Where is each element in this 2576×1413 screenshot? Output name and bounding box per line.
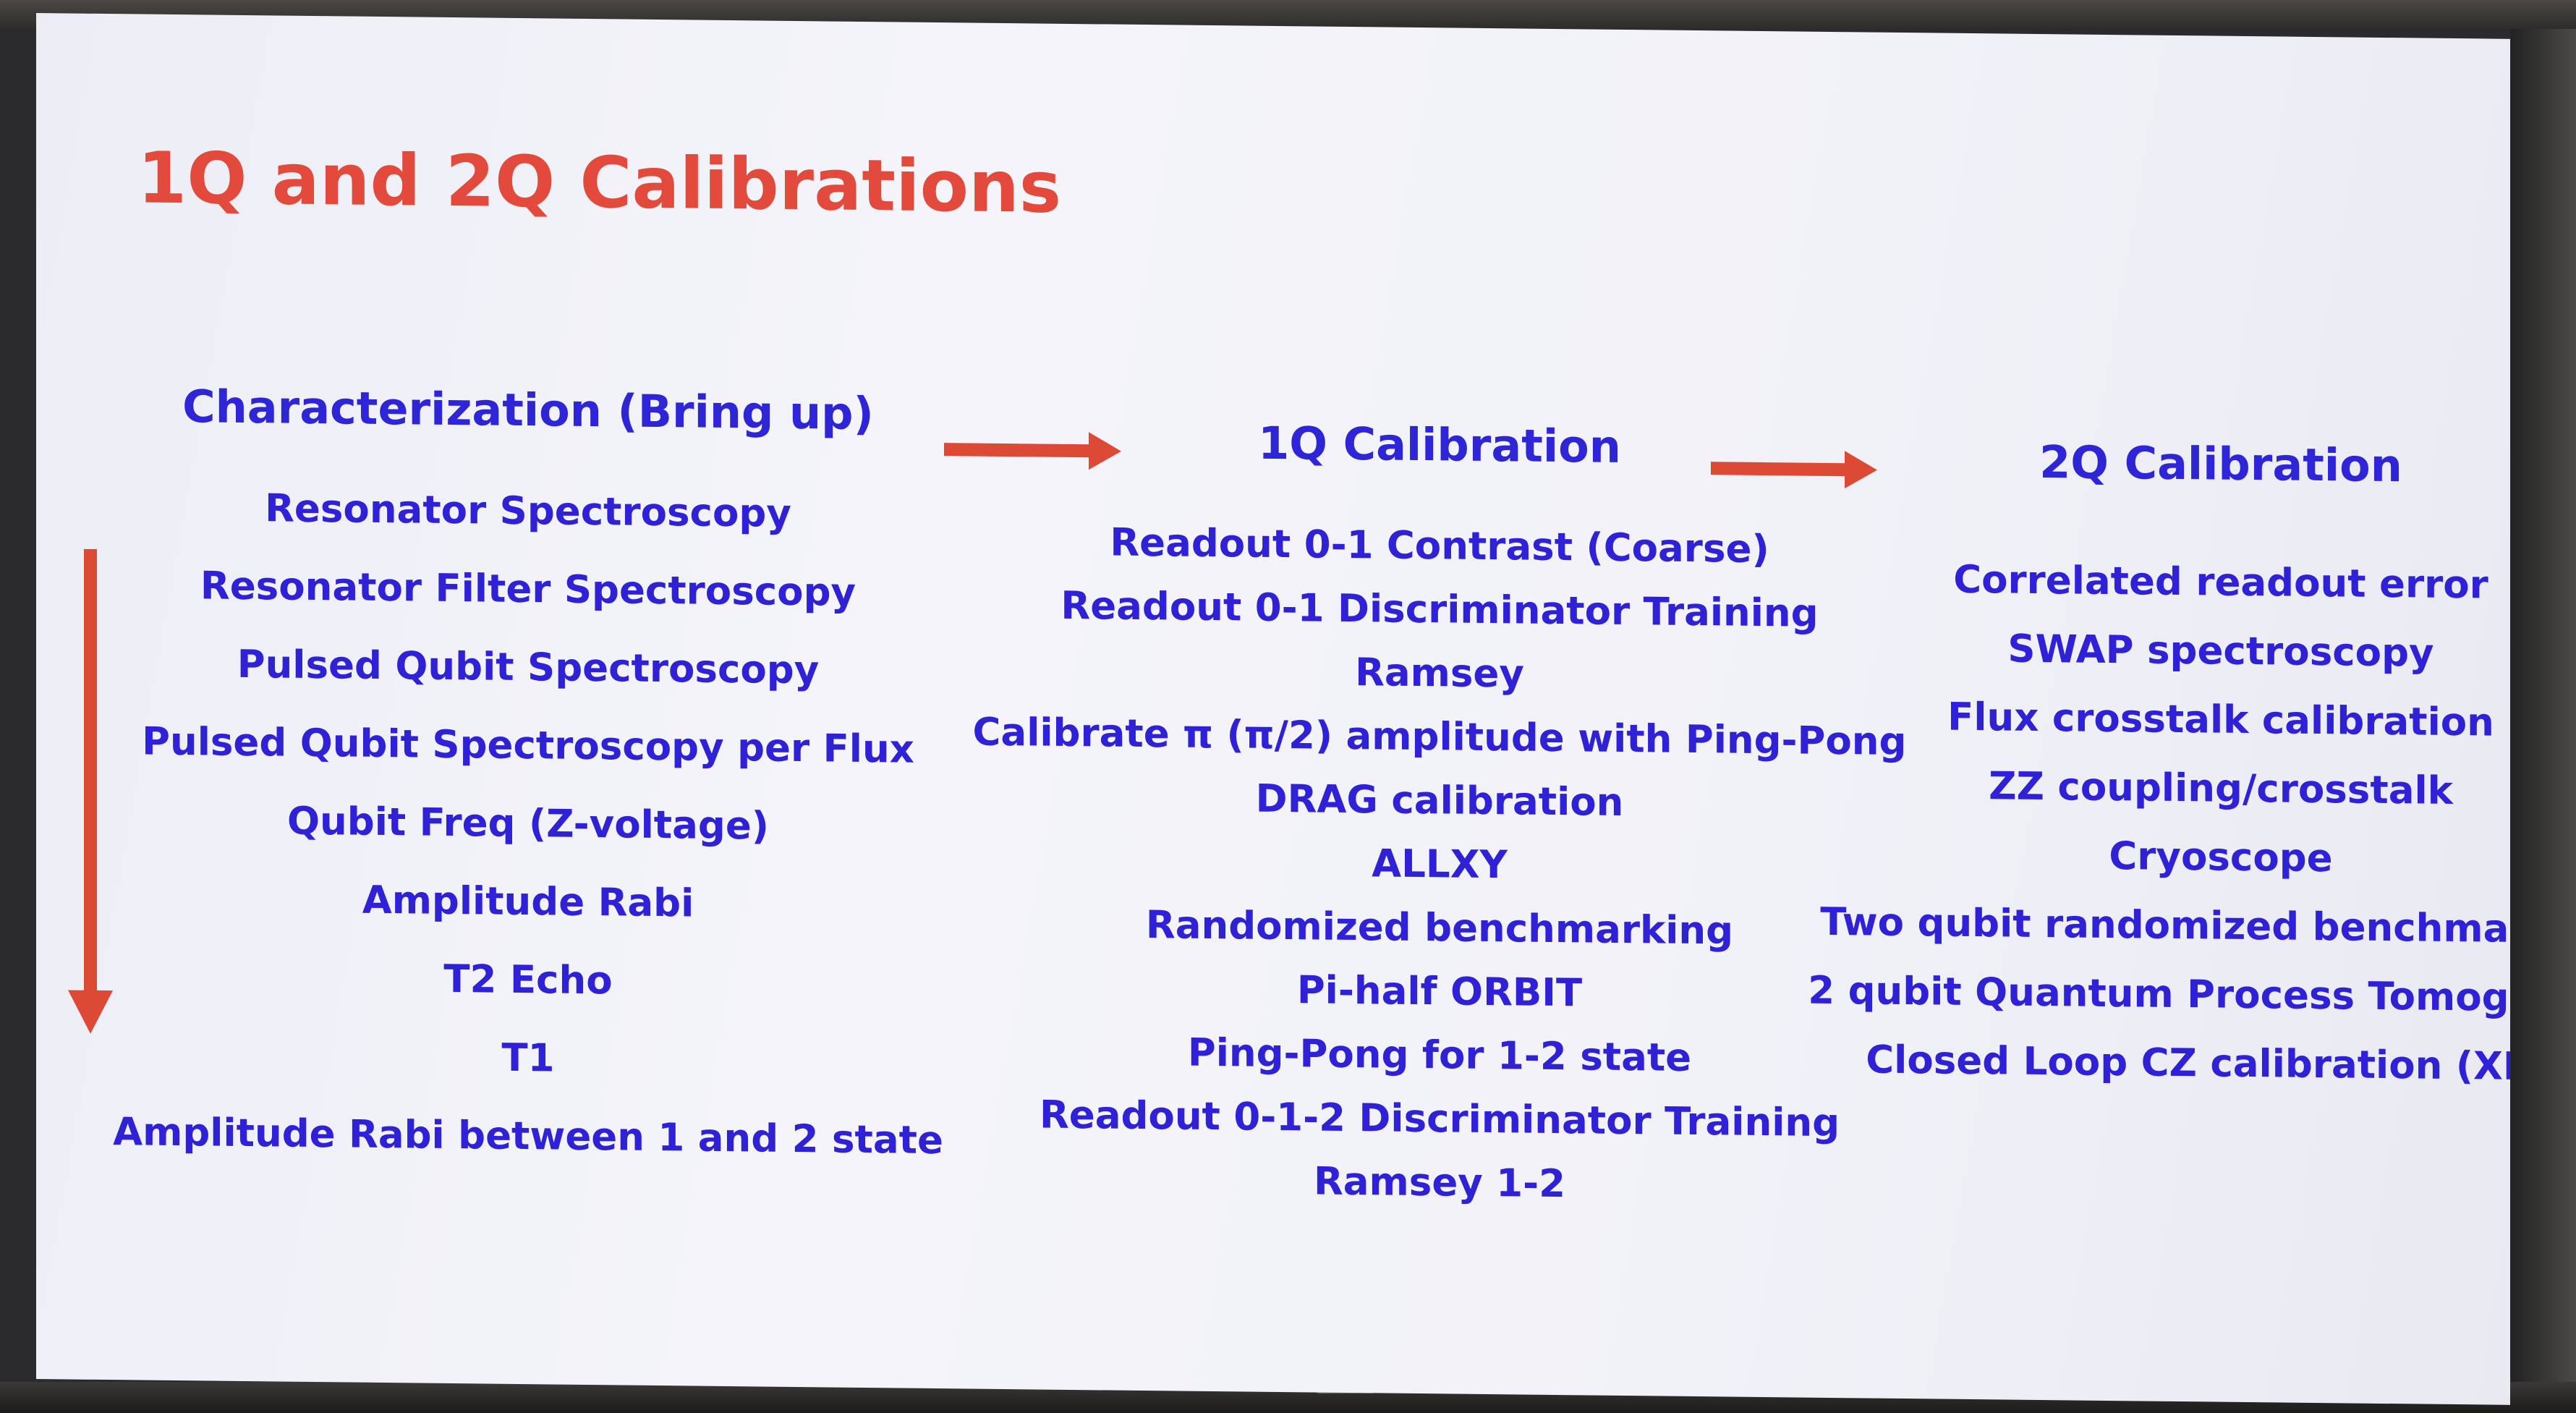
arrow-down-icon xyxy=(68,548,113,1034)
list-item: Ping-Pong for 1-2 state xyxy=(1187,1030,1692,1080)
list-item: T2 Echo xyxy=(443,956,613,1003)
list-item: Cryoscope xyxy=(2109,834,2333,881)
list-item: Readout 0-1 Contrast (Coarse) xyxy=(1110,520,1769,572)
arrow-right-icon xyxy=(944,432,1121,470)
list-item: Flux crosstalk calibration xyxy=(1947,695,2494,745)
list-item: Pi-half ORBIT xyxy=(1296,968,1583,1016)
slide-title: 1Q and 2Q Calibrations xyxy=(137,137,1062,229)
list-item: Correlated readout error xyxy=(1953,557,2488,608)
list-item: Ramsey 1-2 xyxy=(1313,1159,1566,1207)
list-item: ZZ coupling/crosstalk xyxy=(1989,764,2453,813)
list-item: DRAG calibration xyxy=(1255,776,1624,825)
list-item: ALLXY xyxy=(1372,841,1508,888)
list-item: 2 qubit Quantum Process Tomography xyxy=(1808,968,2510,1022)
list-item: Qubit Freq (Z-voltage) xyxy=(286,799,770,849)
list-item: Readout 0-1 Discriminator Training xyxy=(1060,583,1819,636)
list-item: Resonator Spectroscopy xyxy=(265,486,791,536)
list-item: Amplitude Rabi between 1 and 2 state xyxy=(113,1110,943,1163)
list-item: Readout 0-1-2 Discriminator Training xyxy=(1039,1092,1840,1146)
list-item: Two qubit randomized benchmarking xyxy=(1820,899,2510,953)
list-item: T1 xyxy=(501,1035,555,1081)
column-1q-calibration: 1Q Calibration Readout 0-1 Contrast (Coa… xyxy=(969,414,1910,1221)
list-item: Amplitude Rabi xyxy=(362,878,694,926)
list-item: SWAP spectroscopy xyxy=(2007,627,2434,676)
list-item: Calibrate π (π/2) amplitude with Ping-Po… xyxy=(972,710,1907,765)
column-heading: Characterization (Bring up) xyxy=(182,380,874,441)
column-2q-calibration: 2Q Calibration Correlated readout error … xyxy=(1787,433,2510,1103)
arrow-right-icon xyxy=(1711,451,1877,489)
room-wall-right xyxy=(2511,29,2576,1382)
projection-screen: 1Q and 2Q Calibrations Characterization … xyxy=(36,13,2510,1405)
list-item: Pulsed Qubit Spectroscopy per Flux xyxy=(142,719,914,772)
list-item: Pulsed Qubit Spectroscopy xyxy=(237,642,820,693)
list-item: Resonator Filter Spectroscopy xyxy=(200,564,856,615)
list-item: Ramsey xyxy=(1355,650,1524,697)
list-item: Closed Loop CZ calibration (XEB) xyxy=(1866,1038,2510,1090)
column-characterization: Characterization (Bring up) Resonator Sp… xyxy=(58,378,998,1181)
list-item: Randomized benchmarking xyxy=(1145,903,1734,954)
